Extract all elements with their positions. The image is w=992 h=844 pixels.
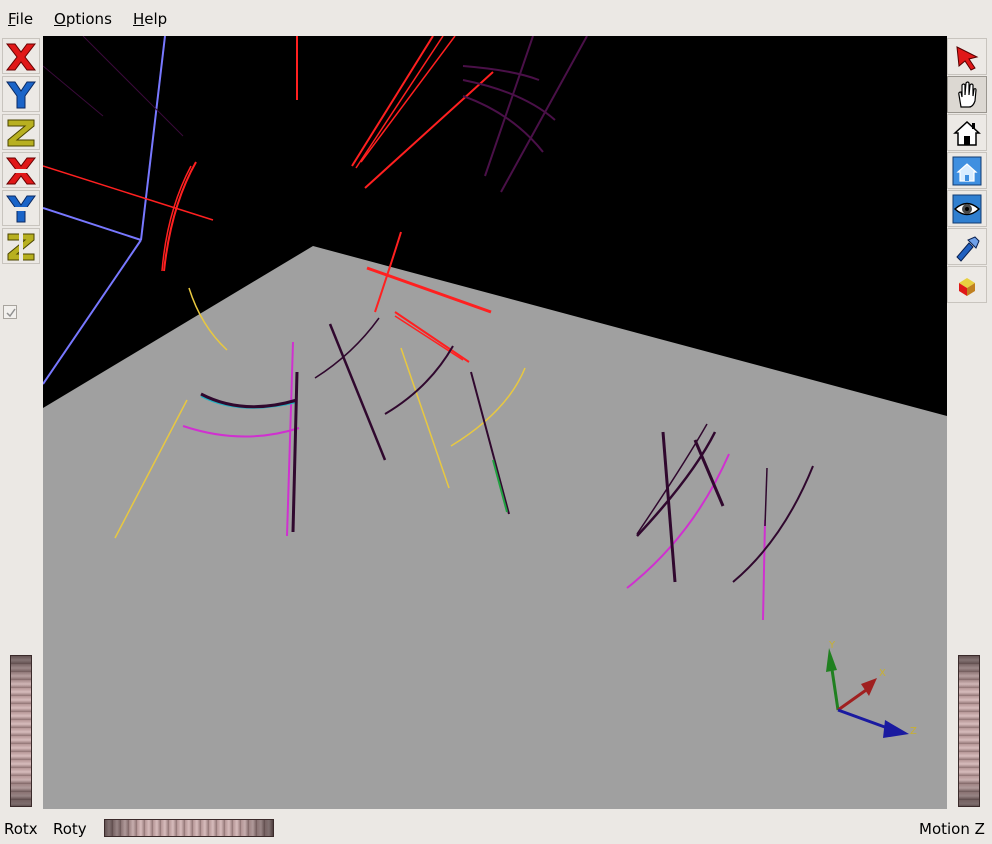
- draw-style-button[interactable]: [947, 266, 987, 303]
- set-home-button[interactable]: [947, 152, 987, 189]
- axis-z-label: Z: [910, 726, 917, 737]
- motion-z-wheel[interactable]: [958, 655, 980, 807]
- y-view-button[interactable]: [2, 76, 40, 112]
- x-axis-icon: [5, 43, 37, 71]
- flashlight-icon: [956, 236, 980, 262]
- cube-icon: [959, 278, 975, 296]
- roty-wheel[interactable]: [104, 819, 274, 837]
- view-mode-button[interactable]: [947, 76, 987, 113]
- z-axis-icon: [7, 119, 35, 147]
- menu-help-mnemonic: H: [133, 10, 145, 28]
- home-icon: [953, 120, 981, 146]
- ground-plane: [43, 246, 947, 809]
- negative-x-view-button[interactable]: [2, 152, 40, 188]
- roty-label: Roty: [53, 820, 87, 838]
- negative-y-axis-icon: [6, 195, 36, 223]
- menu-options[interactable]: Options: [54, 10, 112, 28]
- motion-z-label: Motion Z: [919, 820, 985, 838]
- menu-help-label: elp: [144, 10, 168, 28]
- menu-file-label: ile: [15, 10, 34, 28]
- 3d-viewport[interactable]: Y X Z: [42, 35, 947, 809]
- purple-tracks-upper: [462, 35, 588, 193]
- view-all-button[interactable]: [947, 190, 987, 227]
- negative-x-axis-icon: [5, 157, 37, 185]
- z-view-button[interactable]: [2, 114, 40, 150]
- menu-file-mnemonic: F: [8, 10, 16, 28]
- viewer-option-checkbox[interactable]: [3, 305, 17, 319]
- check-icon: [6, 308, 16, 318]
- scene-canvas: [42, 35, 947, 809]
- negative-z-axis-icon: [7, 233, 35, 261]
- axis-x-label: X: [879, 668, 886, 679]
- home-button[interactable]: [947, 114, 987, 151]
- menu-bar: File Options Help: [0, 0, 992, 36]
- hand-icon: [958, 81, 977, 108]
- eye-icon: [952, 194, 982, 224]
- menu-options-mnemonic: O: [54, 10, 66, 28]
- negative-z-view-button[interactable]: [2, 228, 40, 264]
- y-axis-icon: [6, 81, 36, 109]
- menu-file[interactable]: File: [8, 10, 33, 28]
- x-view-button[interactable]: [2, 38, 40, 74]
- select-mode-button[interactable]: [947, 38, 987, 75]
- arrow-cursor-icon: [956, 46, 979, 71]
- detector-frame: [42, 35, 166, 385]
- seek-button[interactable]: [947, 228, 987, 265]
- negative-y-view-button[interactable]: [2, 190, 40, 226]
- axis-y-label: Y: [829, 640, 836, 651]
- rotx-label: Rotx: [4, 820, 38, 838]
- faint-tracks: [42, 35, 184, 137]
- menu-help[interactable]: Help: [133, 10, 167, 28]
- set-home-icon: [952, 156, 982, 186]
- menu-options-label: ptions: [65, 10, 112, 28]
- rotx-wheel[interactable]: [10, 655, 32, 807]
